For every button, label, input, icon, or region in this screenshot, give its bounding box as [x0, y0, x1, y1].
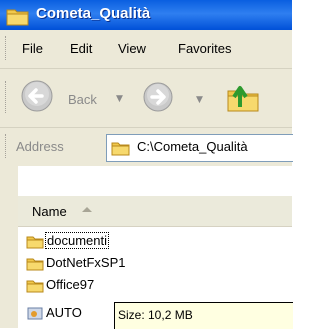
- item-name: documenti: [45, 232, 109, 249]
- folder-icon: [26, 256, 44, 274]
- menu-edit[interactable]: Edit: [70, 41, 92, 56]
- menu-file[interactable]: File: [22, 41, 43, 56]
- back-dropdown-icon[interactable]: ▼: [116, 94, 123, 104]
- back-button[interactable]: Back ▼: [20, 79, 140, 113]
- info-tooltip: Size: 10,2 MB: [114, 302, 293, 329]
- folder-up-icon[interactable]: [226, 79, 260, 117]
- sort-ascending-icon: [82, 207, 92, 212]
- folder-icon: [26, 234, 44, 252]
- address-bar: Address C:\Cometa_Qualità: [0, 128, 293, 167]
- forward-dropdown-icon[interactable]: ▼: [196, 95, 203, 105]
- title-bar[interactable]: Cometa_Qualità: [0, 0, 292, 30]
- menu-grip[interactable]: [5, 36, 9, 60]
- menu-bar: File Edit View Favorites: [0, 30, 292, 69]
- window-title: Cometa_Qualità: [36, 5, 151, 22]
- address-value: C:\Cometa_Qualità: [137, 139, 248, 154]
- file-icon: [26, 306, 44, 324]
- folder-icon: [26, 278, 44, 296]
- folder-icon: [111, 140, 131, 160]
- column-header-name[interactable]: Name: [18, 196, 292, 227]
- back-arrow-icon: [20, 79, 54, 117]
- menu-view[interactable]: View: [118, 41, 146, 56]
- folder-icon: [6, 6, 30, 30]
- standard-toolbar: Back ▼ ▼: [0, 69, 292, 128]
- left-pane-edge: [0, 166, 18, 328]
- tooltip-text: Size: 10,2 MB: [118, 308, 193, 322]
- address-input[interactable]: C:\Cometa_Qualità: [106, 134, 293, 162]
- list-top-gap: [18, 166, 292, 196]
- column-name-label: Name: [32, 204, 67, 219]
- toolbar-grip[interactable]: [5, 81, 9, 113]
- menu-favorites[interactable]: Favorites: [178, 41, 231, 56]
- item-name: AUTO: [46, 305, 82, 320]
- address-grip[interactable]: [5, 134, 9, 158]
- item-name: Office97: [46, 277, 95, 292]
- address-label: Address: [16, 139, 64, 154]
- back-label: Back: [68, 92, 97, 107]
- item-name: DotNetFxSP1: [46, 255, 126, 270]
- forward-button[interactable]: [142, 81, 174, 117]
